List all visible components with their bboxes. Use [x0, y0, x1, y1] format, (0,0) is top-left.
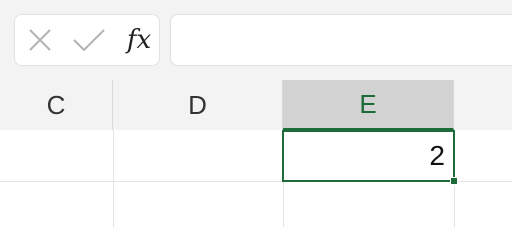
- cell-c1[interactable]: [0, 130, 113, 181]
- formula-bar: fx: [0, 0, 512, 80]
- column-header-c[interactable]: C: [0, 80, 113, 130]
- cell-d2[interactable]: [113, 182, 283, 227]
- formula-input[interactable]: [170, 14, 512, 66]
- function-icon: fx: [126, 25, 152, 55]
- close-icon: [29, 29, 51, 51]
- column-header-d[interactable]: D: [113, 80, 283, 130]
- fill-handle[interactable]: [450, 177, 458, 185]
- cell-e2[interactable]: [283, 182, 454, 227]
- formula-buttons-group: fx: [14, 14, 160, 66]
- column-header-e[interactable]: E: [283, 80, 454, 130]
- active-cell[interactable]: 2: [282, 130, 455, 182]
- insert-function-button[interactable]: fx: [119, 15, 159, 65]
- cancel-button[interactable]: [21, 15, 59, 65]
- column-header-row: C D E: [0, 80, 512, 130]
- cell-d1[interactable]: [113, 130, 283, 181]
- cell-c2[interactable]: [0, 182, 113, 227]
- check-icon: [73, 29, 105, 52]
- enter-button[interactable]: [67, 15, 111, 65]
